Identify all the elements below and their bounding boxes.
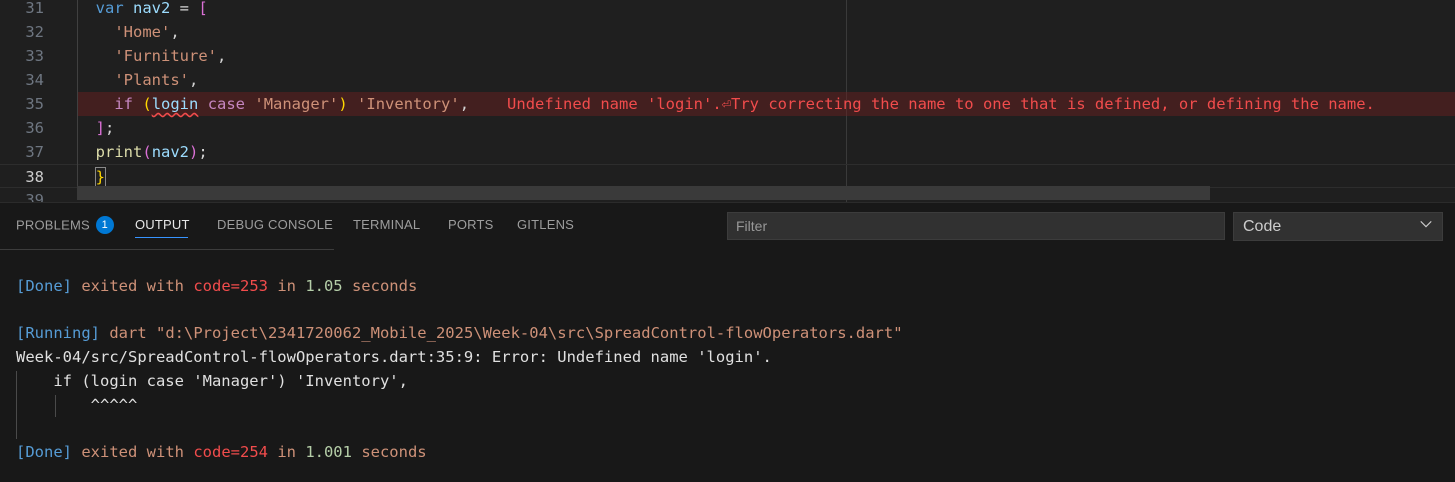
- line-code: var nav2 = [: [77, 0, 208, 20]
- code-token: (: [142, 143, 152, 161]
- output-indent-guide: [55, 395, 56, 417]
- code-token: ,: [189, 71, 199, 89]
- problems-count-badge: 1: [95, 216, 114, 234]
- line-number: 38: [25, 168, 44, 186]
- output-filter-input[interactable]: [727, 212, 1225, 240]
- line-number: 37: [25, 143, 44, 161]
- editor-line[interactable]: 37 print(nav2);: [0, 140, 1455, 164]
- code-token: ;: [198, 143, 208, 161]
- chevron-down-icon: [1420, 220, 1432, 228]
- editor-line[interactable]: 32 'Home',: [0, 20, 1455, 44]
- line-number: 31: [25, 0, 44, 17]
- status-tag: [Done]: [16, 443, 72, 461]
- code-token: ,: [459, 95, 470, 113]
- output-channel-select[interactable]: Code: [1233, 212, 1443, 241]
- line-number: 33: [25, 47, 44, 65]
- output-line-running: [Running] dart "d:\Project\2341720062_Mo…: [16, 322, 903, 344]
- code-token: ): [189, 143, 199, 161]
- output-text: exited with: [72, 443, 194, 461]
- code-token: case: [198, 95, 255, 113]
- editor-line[interactable]: 31 var nav2 = [: [0, 0, 1455, 20]
- code-token: if: [95, 95, 143, 113]
- output-text: in: [267, 443, 306, 461]
- code-token: ,: [170, 23, 180, 41]
- active-tab-indicator: [135, 237, 188, 238]
- code-token: ;: [105, 119, 115, 137]
- tab-ports[interactable]: PORTS: [448, 217, 494, 232]
- code-token: [: [198, 0, 208, 17]
- line-code: 'Plants',: [77, 68, 198, 92]
- output-indent-guide: [16, 371, 17, 439]
- output-line-done-253: [Done] exited with code=253 in 1.05 seco…: [16, 275, 417, 297]
- indent-guide: [77, 0, 78, 186]
- code-editor[interactable]: 31 var nav2 = [32 'Home', 33 'Furniture',…: [0, 0, 1455, 202]
- output-text: in: [267, 277, 306, 295]
- tab-gitlens[interactable]: GITLENS: [517, 217, 574, 232]
- tab-problems[interactable]: PROBLEMS 1: [16, 216, 114, 235]
- code-token: login: [151, 95, 199, 113]
- output-content: [Done] exited with code=253 in 1.05 seco…: [0, 249, 1455, 482]
- line-code: ];: [77, 116, 115, 140]
- tab-debug-console[interactable]: DEBUG CONSOLE: [217, 217, 333, 232]
- exit-code: code=253: [193, 277, 268, 295]
- duration: 1.05: [305, 277, 343, 295]
- code-token: nav2: [133, 0, 171, 17]
- status-tag: [Running]: [16, 324, 100, 342]
- exit-code: code=254: [193, 443, 268, 461]
- duration: 1.001: [305, 443, 352, 461]
- inline-error-message: Undefined name 'login'.⏎Try correcting t…: [507, 95, 1375, 113]
- code-token: 'Furniture': [95, 47, 217, 65]
- output-text: exited with: [72, 277, 194, 295]
- code-token: 'Plants': [95, 71, 189, 89]
- panel-tabs: PROBLEMS 1 OUTPUT DEBUG CONSOLE TERMINAL …: [0, 203, 720, 249]
- ellipsis-icon[interactable]: ⋮: [1449, 217, 1455, 235]
- horizontal-scrollbar[interactable]: [77, 186, 1210, 200]
- code-token: (: [142, 95, 152, 113]
- line-number: 32: [25, 23, 44, 41]
- output-line-caret: ^^^^^: [16, 396, 138, 414]
- line-code: print(nav2);: [77, 140, 208, 164]
- line-code: 'Home',: [77, 20, 180, 44]
- line-number: 34: [25, 71, 44, 89]
- code-token: 'Inventory': [347, 95, 460, 113]
- line-number: 36: [25, 119, 44, 137]
- output-line-error: Week-04/src/SpreadControl-flowOperators.…: [16, 348, 772, 366]
- bottom-panel: PROBLEMS 1 OUTPUT DEBUG CONSOLE TERMINAL …: [0, 202, 1455, 482]
- code-token: }: [94, 167, 107, 187]
- code-token: nav2: [151, 143, 190, 161]
- code-token: ,: [217, 47, 227, 65]
- code-token: 'Manager': [254, 95, 339, 113]
- code-token: ): [338, 95, 348, 113]
- output-line-source: if (login case 'Manager') 'Inventory',: [16, 372, 408, 390]
- code-token: 'Home': [95, 23, 171, 41]
- tab-terminal[interactable]: TERMINAL: [353, 217, 420, 232]
- editor-line[interactable]: 38 }: [0, 164, 1455, 188]
- tab-output[interactable]: OUTPUT: [135, 217, 190, 232]
- run-command: dart "d:\Project\2341720062_Mobile_2025\…: [100, 324, 903, 342]
- editor-line[interactable]: 34 'Plants',: [0, 68, 1455, 92]
- code-token: ]: [95, 119, 106, 137]
- status-tag: [Done]: [16, 277, 72, 295]
- code-token: var: [95, 0, 133, 17]
- editor-line[interactable]: 33 'Furniture',: [0, 44, 1455, 68]
- editor-line[interactable]: 35 if (login case 'Manager') 'Inventory'…: [25, 92, 1455, 116]
- line-code: if (login case 'Manager') 'Inventory', Un…: [77, 92, 1375, 116]
- tab-problems-label: PROBLEMS: [16, 217, 90, 233]
- line-number: 35: [25, 95, 44, 113]
- line-code: 'Furniture',: [77, 44, 226, 68]
- output-line-done-254: [Done] exited with code=254 in 1.001 sec…: [16, 441, 427, 463]
- editor-line[interactable]: 36 ];: [0, 116, 1455, 140]
- line-number: 39: [25, 191, 44, 202]
- output-channel-value: Code: [1243, 218, 1282, 235]
- code-token: =: [170, 0, 199, 17]
- output-text: seconds: [342, 277, 418, 295]
- output-text: seconds: [351, 443, 427, 461]
- code-token: print: [95, 143, 143, 161]
